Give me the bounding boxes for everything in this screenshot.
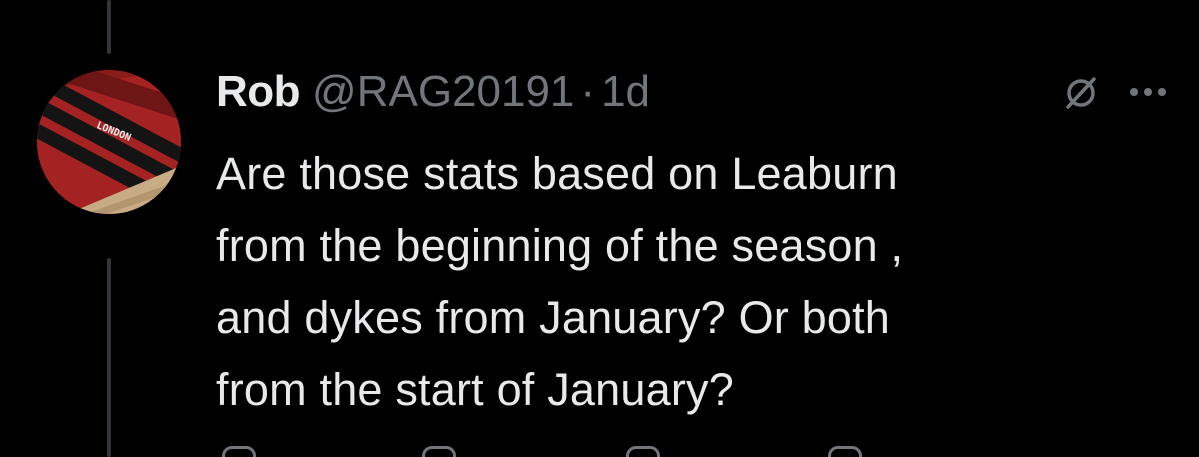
thread-line-bottom: [107, 258, 111, 457]
avatar-image: LONDON: [37, 70, 181, 214]
like-icon[interactable]: [626, 446, 660, 457]
action-bar: [216, 446, 1176, 457]
more-options-button[interactable]: [1124, 70, 1172, 114]
thread-line-top: [107, 0, 111, 54]
separator-dot: ·: [580, 67, 596, 116]
timestamp[interactable]: 1d: [601, 67, 650, 117]
grok-slash-circle-icon: [1066, 77, 1096, 109]
avatar[interactable]: LONDON: [37, 70, 181, 214]
author-handle[interactable]: @RAG20191: [312, 67, 574, 117]
more-horizontal-icon: [1130, 88, 1166, 96]
reply-icon[interactable]: [222, 446, 256, 457]
author-name[interactable]: Rob: [216, 67, 301, 117]
repost-icon[interactable]: [422, 446, 456, 457]
views-icon[interactable]: [828, 446, 862, 457]
tweet-text: Are those stats based on Leaburn from th…: [216, 148, 904, 415]
grok-icon[interactable]: [1058, 70, 1104, 114]
tweet-header: Rob @RAG20191 · 1d: [216, 64, 650, 120]
